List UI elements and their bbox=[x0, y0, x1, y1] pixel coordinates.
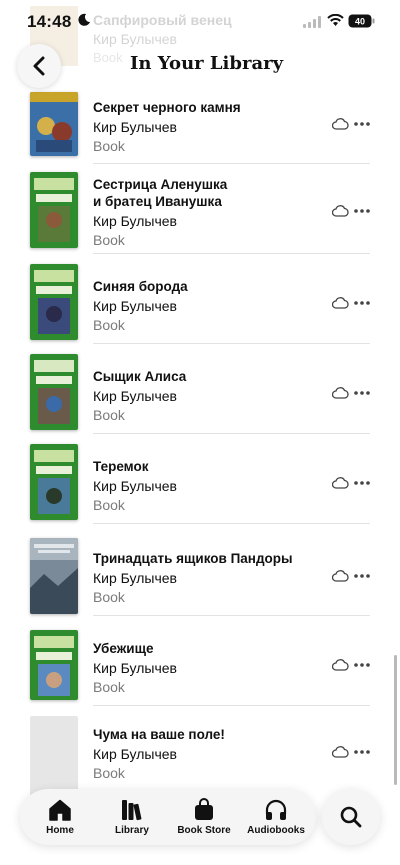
book-cover bbox=[30, 264, 78, 340]
cloud-download-icon[interactable] bbox=[332, 746, 349, 758]
book-kind: Book bbox=[93, 138, 125, 154]
list-item[interactable]: Тринадцать ящиков Пандоры Кир Булычев Bo… bbox=[0, 524, 400, 616]
more-options-icon[interactable] bbox=[354, 663, 370, 667]
book-kind: Book bbox=[93, 765, 125, 781]
book-author: Кир Булычев bbox=[93, 298, 177, 314]
cloud-download-icon[interactable] bbox=[332, 570, 349, 582]
more-options-icon[interactable] bbox=[354, 481, 370, 485]
list-item[interactable]: Сестрица Аленушка и братец Иванушка Кир … bbox=[0, 164, 400, 254]
tab-bar: Home Library Book Store Audiobooks bbox=[20, 789, 316, 845]
book-cover bbox=[30, 354, 78, 430]
tab-home[interactable]: Home bbox=[25, 792, 95, 842]
book-kind: Book bbox=[93, 317, 125, 333]
search-button[interactable] bbox=[322, 789, 380, 845]
tab-book-store[interactable]: Book Store bbox=[169, 792, 239, 842]
book-title: Теремок bbox=[93, 459, 149, 474]
back-button[interactable] bbox=[17, 44, 61, 88]
bag-icon bbox=[195, 798, 213, 820]
list-item[interactable]: Теремок Кир Булычев Book bbox=[0, 434, 400, 524]
book-author: Кир Булычев bbox=[93, 388, 177, 404]
book-kind: Book bbox=[93, 407, 125, 423]
list-item[interactable]: Убежище Кир Булычев Book bbox=[0, 616, 400, 706]
book-cover bbox=[30, 92, 78, 156]
home-icon bbox=[49, 799, 71, 821]
book-info: Синяя борода Кир Булычев Book bbox=[93, 278, 323, 334]
tab-label: Audiobooks bbox=[247, 825, 305, 836]
book-cover-placeholder bbox=[30, 716, 78, 796]
more-options-icon[interactable] bbox=[354, 574, 370, 578]
headphones-icon bbox=[265, 799, 287, 820]
book-title: Чума на ваше поле! bbox=[93, 727, 225, 742]
tab-audiobooks[interactable]: Audiobooks bbox=[241, 792, 311, 842]
book-info: Секрет черного камня Кир Булычев Book bbox=[93, 99, 323, 155]
book-author: Кир Булычев bbox=[93, 570, 177, 586]
book-info: Сыщик Алиса Кир Булычев Book bbox=[93, 368, 323, 424]
cloud-download-icon[interactable] bbox=[332, 205, 349, 217]
cellular-signal-icon bbox=[303, 16, 321, 28]
book-info: Убежище Кир Булычев Book bbox=[93, 640, 323, 696]
list-item[interactable]: Синяя борода Кир Булычев Book bbox=[0, 254, 400, 344]
header: In Your Library bbox=[0, 44, 400, 88]
book-kind: Book bbox=[93, 679, 125, 695]
library-icon bbox=[122, 800, 142, 821]
book-info: Теремок Кир Булычев Book bbox=[93, 458, 323, 514]
book-title: Тринадцать ящиков Пандоры bbox=[93, 551, 293, 566]
book-author: Кир Булычев bbox=[93, 746, 177, 762]
cloud-download-icon[interactable] bbox=[332, 297, 349, 309]
scrollbar[interactable] bbox=[394, 655, 397, 785]
book-kind: Book bbox=[93, 232, 125, 248]
cloud-download-icon[interactable] bbox=[332, 477, 349, 489]
status-bar: 14:48 40 bbox=[0, 0, 400, 44]
book-cover bbox=[30, 444, 78, 520]
more-options-icon[interactable] bbox=[354, 391, 370, 395]
book-author: Кир Булычев bbox=[93, 213, 177, 229]
tab-library[interactable]: Library bbox=[97, 792, 167, 842]
list-item[interactable]: Сыщик Алиса Кир Булычев Book bbox=[0, 344, 400, 434]
book-cover bbox=[30, 538, 78, 614]
book-kind: Book bbox=[93, 497, 125, 513]
cloud-download-icon[interactable] bbox=[332, 387, 349, 399]
book-author: Кир Булычев bbox=[93, 660, 177, 676]
tab-label: Home bbox=[46, 825, 74, 836]
list-item[interactable]: Секрет черного камня Кир Булычев Book bbox=[0, 88, 400, 164]
cloud-download-icon[interactable] bbox=[332, 118, 349, 130]
battery-level: 40 bbox=[355, 17, 365, 27]
more-options-icon[interactable] bbox=[354, 301, 370, 305]
search-icon bbox=[340, 806, 362, 828]
book-author: Кир Булычев bbox=[93, 478, 177, 494]
book-title: Секрет черного камня bbox=[93, 100, 241, 115]
cloud-download-icon[interactable] bbox=[332, 659, 349, 671]
book-info: Тринадцать ящиков Пандоры Кир Булычев Bo… bbox=[93, 550, 333, 606]
book-title: Сестрица Аленушка и братец Иванушка bbox=[93, 177, 228, 209]
book-author: Кир Булычев bbox=[93, 119, 177, 135]
book-cover bbox=[30, 630, 78, 700]
book-cover bbox=[30, 172, 78, 248]
chevron-left-icon bbox=[33, 56, 45, 76]
moon-icon bbox=[78, 13, 90, 26]
tab-label: Book Store bbox=[177, 825, 231, 836]
wifi-icon bbox=[327, 14, 344, 26]
book-kind: Book bbox=[93, 589, 125, 605]
book-info: Чума на ваше поле! Кир Булычев Book bbox=[93, 726, 323, 782]
book-title: Убежище bbox=[93, 641, 154, 656]
book-title: Сыщик Алиса bbox=[93, 369, 187, 384]
battery-icon: 40 bbox=[348, 14, 375, 28]
tab-label: Library bbox=[115, 825, 149, 836]
list-item[interactable]: Чума на ваше поле! Кир Булычев Book bbox=[0, 706, 400, 796]
more-options-icon[interactable] bbox=[354, 122, 370, 126]
page-title: In Your Library bbox=[130, 53, 284, 74]
book-title: Синяя борода bbox=[93, 279, 188, 294]
more-options-icon[interactable] bbox=[354, 750, 370, 754]
status-time: 14:48 bbox=[27, 12, 72, 31]
book-info: Сестрица Аленушка и братец Иванушка Кир … bbox=[93, 176, 323, 249]
more-options-icon[interactable] bbox=[354, 209, 370, 213]
